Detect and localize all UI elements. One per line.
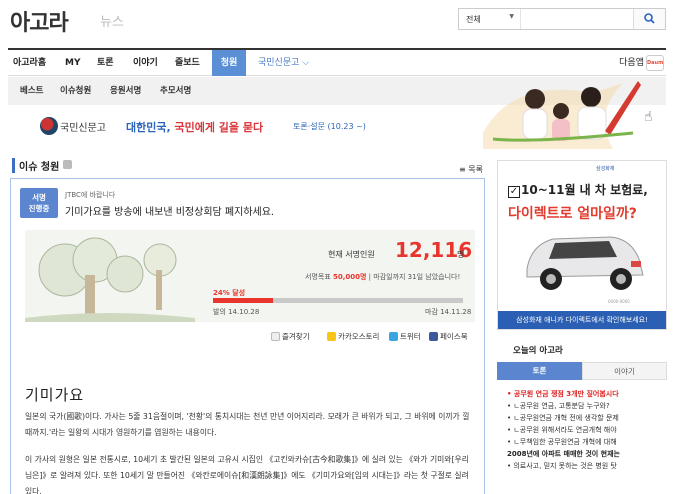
kakaostory-icon (327, 332, 336, 341)
share-bar: 즐겨찾기 카카오스토리 트위터 페이스북 (25, 331, 475, 345)
petition-recipient: JTBC에 바랍니다 (65, 191, 116, 199)
ad-line1: 10~11월 내 차 보험료, (521, 183, 648, 197)
news-link[interactable]: 뉴스 (100, 11, 124, 30)
subnav-memorial-sign[interactable]: 추모서명 (160, 77, 191, 105)
list-link[interactable]: ≡ 목록 (459, 164, 483, 175)
petition-heading: 기미가요 (25, 386, 85, 404)
daum-logo[interactable]: Daum (646, 55, 664, 71)
family-illustration (483, 81, 641, 149)
ad-small-print: 0000-0000 (608, 299, 630, 304)
today-tabs: 토론 이야기 (497, 362, 667, 380)
progress-bar (213, 298, 463, 303)
twitter-button[interactable]: 트위터 (389, 331, 421, 342)
banner-date: 토론·설문 (10.23 ~) (293, 122, 366, 131)
agora-logo[interactable]: 아고라 (10, 5, 69, 37)
nav-my[interactable]: MY (60, 50, 85, 76)
goal-label: 서명목표 (305, 273, 333, 281)
progress-fill (213, 298, 273, 303)
nav-petition[interactable]: 청원 (212, 50, 246, 76)
list-item[interactable]: 2008년에 아파트 매매한 것이 현재는 (507, 448, 667, 460)
banner-org: 국민신문고 (60, 123, 106, 134)
body-paragraph-2: 이 가사의 원형은 일본 전통시로, 10세기 초 발간된 일본의 고유시 시집… (25, 455, 469, 494)
list-item[interactable]: • ㄴ공무원 위해서라도 연금개혁 해야 (507, 424, 667, 436)
slogan-main: 대한민국, (126, 121, 175, 134)
header: 아고라 뉴스 전체 ▼ (0, 0, 674, 46)
progress-label: 24% 달성 (213, 289, 246, 297)
insurance-ad[interactable]: 삼성화재 ✓ 10~11월 내 차 보험료, 다이렉트로 얼마일까? 0000-0… (497, 160, 667, 330)
subnav-support-sign[interactable]: 응원서명 (110, 77, 141, 105)
status-badge: 서명 진행중 (20, 188, 58, 218)
sinmungo-banner[interactable]: 국민신문고 대한민국, 국민에게 길을 묻다 토론·설문 (10.23 ~) ☝ (8, 81, 666, 149)
badge-line1: 서명 (32, 193, 46, 202)
bookmark-button[interactable]: 즐겨찾기 (271, 331, 310, 342)
bookmark-icon (271, 332, 280, 341)
bookmark-label: 즐겨찾기 (282, 332, 310, 341)
list-item[interactable]: • 의료사고, 믿지 못하는 것은 병원 탓 (507, 460, 667, 472)
search-button[interactable] (633, 9, 665, 29)
tree-illustration (25, 237, 195, 322)
ad-cta[interactable]: 삼성화재 애니카 다이렉트에서 확인해보세요! (498, 311, 666, 329)
main-nav: 아고라홈 MY 토론 이야기 즐보드 청원 국민신문고 ⌵ 다음앱 Daum (8, 48, 666, 76)
chevron-down-icon: ▼ (509, 13, 514, 20)
banner-slogan: 대한민국, 국민에게 길을 묻다 (126, 119, 263, 135)
badge-line2: 진행중 (28, 204, 50, 213)
taegeuk-icon (40, 117, 58, 135)
rss-icon[interactable] (63, 160, 72, 169)
list-item[interactable]: • ㄴ무책임한 공무원연금 개혁에 대해 (507, 436, 667, 448)
section-title: 이슈 청원 (12, 158, 59, 173)
petition-title: 기미가요를 방송에 내보낸 비정상회담 폐지하세요. (65, 207, 275, 218)
current-signers-label: 현재 서명인원 (328, 250, 375, 259)
kakaostory-button[interactable]: 카카오스토리 (327, 331, 379, 342)
search-scope-select[interactable]: 전체 ▼ (459, 9, 521, 29)
nav-agora-home[interactable]: 아고라홈 (8, 50, 51, 76)
checkbox-icon: ✓ (508, 186, 520, 198)
issue-list: • 공무원 연금 쟁점 3개만 짚어봅시다 • ㄴ공무원 연금, 고통분담 누구… (507, 388, 667, 472)
subnav-issue-petition[interactable]: 이슈청원 (60, 77, 91, 105)
list-item[interactable]: • 공무원 연금 쟁점 3개만 짚어봅시다 (507, 388, 667, 400)
ad-brand: 삼성화재 (596, 166, 615, 172)
search-input[interactable] (522, 9, 632, 29)
petition-stats: 현재 서명인원 12,116 명 서명목표 50,000명 | 마감일까지 31… (25, 230, 475, 322)
start-date: 발의 14.10.28 (213, 308, 260, 316)
hand-cursor-icon: ☝ (644, 109, 653, 125)
search-scope-label: 전체 (466, 15, 481, 24)
nav-sinmungo[interactable]: 국민신문고 ⌵ (253, 50, 314, 76)
slogan-emphasis: 국민에게 길을 묻다 (174, 121, 264, 134)
deadline-info: | 마감일까지 31일 남았습니다! (366, 273, 461, 281)
today-agora: 오늘의 아고라 토론 이야기 • 공무원 연금 쟁점 3개만 짚어봅시다 • ㄴ… (497, 338, 667, 494)
body-paragraph-1: 일본의 국가(國歌)이다. 가사는 5줄 31음절이며, '천황'의 통치시대는… (25, 412, 470, 437)
petition-body: 일본의 국가(國歌)이다. 가사는 5줄 31음절이며, '천황'의 통치시대는… (25, 409, 475, 494)
today-agora-title: 오늘의 아고라 (513, 346, 563, 356)
facebook-icon (429, 332, 438, 341)
end-date: 마감 14.11.28 (425, 308, 472, 316)
list-item[interactable]: • ㄴ공무원연금 개혁 전에 생각할 문제 (507, 412, 667, 424)
ad-headline: ✓ 10~11월 내 차 보험료, (508, 181, 648, 198)
goal-info: 서명목표 50,000명 | 마감일까지 31일 남았습니다! (305, 272, 460, 282)
goal-value: 50,000명 (333, 273, 367, 281)
search-icon (644, 13, 655, 24)
nav-board[interactable]: 즐보드 (170, 50, 205, 76)
nav-debate[interactable]: 토론 (92, 50, 119, 76)
ad-line2: 다이렉트로 얼마일까? (508, 206, 637, 222)
tab-story[interactable]: 이야기 (582, 362, 667, 380)
search-box: 전체 ▼ (458, 8, 666, 30)
tab-debate[interactable]: 토론 (497, 362, 582, 380)
twitter-icon (389, 332, 398, 341)
petition-card: 서명 진행중 JTBC에 바랍니다 기미가요를 방송에 내보낸 비정상회담 폐지… (10, 178, 485, 494)
kakaostory-label: 카카오스토리 (338, 332, 380, 341)
nav-story[interactable]: 이야기 (128, 50, 163, 76)
twitter-label: 트위터 (400, 332, 421, 341)
list-item[interactable]: • ㄴ공무원 연금, 고통분담 누구와? (507, 400, 667, 412)
subnav-best[interactable]: 베스트 (20, 77, 43, 105)
current-signers-unit: 명 (457, 250, 465, 259)
facebook-label: 페이스북 (440, 332, 468, 341)
facebook-button[interactable]: 페이스북 (429, 331, 468, 342)
car-illustration (526, 236, 644, 290)
